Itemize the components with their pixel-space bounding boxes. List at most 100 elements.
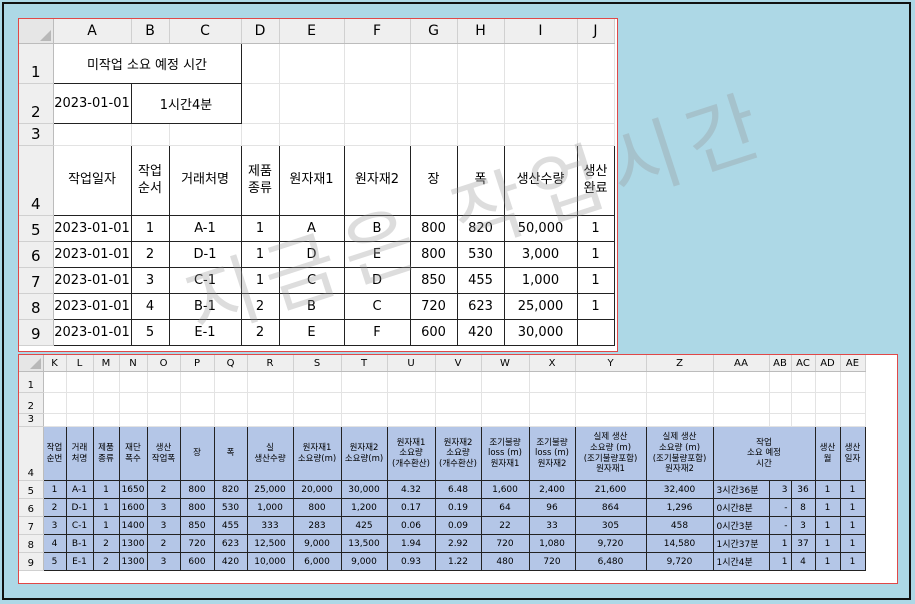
- row-header[interactable]: 2: [19, 83, 54, 124]
- data-cell[interactable]: 333: [246, 516, 294, 535]
- column-header[interactable]: F: [344, 19, 411, 44]
- data-cell[interactable]: 1: [768, 552, 792, 571]
- header-cell[interactable]: 실제 생산 소요량 (m) (조기불량포함) 원자재1: [574, 426, 647, 481]
- data-cell[interactable]: B: [278, 293, 345, 320]
- header-cell[interactable]: 작업 소요 예정 시간: [712, 426, 816, 481]
- data-cell[interactable]: 12,500: [246, 534, 294, 553]
- data-cell[interactable]: 480: [480, 552, 530, 571]
- data-cell[interactable]: 1,080: [528, 534, 576, 553]
- cell[interactable]: [577, 43, 615, 84]
- data-cell[interactable]: 530: [456, 241, 505, 268]
- row-header[interactable]: 6: [19, 241, 54, 268]
- cell[interactable]: [646, 413, 714, 427]
- cell[interactable]: [93, 392, 120, 414]
- data-cell[interactable]: 1시간37분: [712, 534, 770, 553]
- cell[interactable]: [66, 371, 94, 393]
- data-cell[interactable]: 0.17: [386, 498, 436, 517]
- cell[interactable]: [169, 123, 242, 146]
- data-cell[interactable]: 600: [409, 319, 458, 346]
- cell[interactable]: [241, 83, 280, 124]
- data-cell[interactable]: 6,480: [574, 552, 647, 571]
- row-header[interactable]: 7: [19, 516, 44, 535]
- data-cell[interactable]: 2: [146, 480, 181, 499]
- data-cell[interactable]: 0.93: [386, 552, 436, 571]
- cell[interactable]: [147, 392, 181, 414]
- cell[interactable]: [180, 392, 215, 414]
- column-header[interactable]: T: [341, 355, 388, 372]
- data-cell[interactable]: 1: [839, 552, 866, 571]
- data-cell[interactable]: 3: [790, 516, 816, 535]
- data-cell[interactable]: 1시간4분: [712, 552, 770, 571]
- cell[interactable]: [93, 413, 120, 427]
- cell[interactable]: [214, 413, 248, 427]
- data-cell[interactable]: 623: [456, 293, 505, 320]
- data-cell[interactable]: 3: [130, 267, 170, 294]
- header-cell[interactable]: 원자재2 소요량 (개수환산): [434, 426, 482, 481]
- data-cell[interactable]: 1: [576, 215, 615, 242]
- data-cell[interactable]: 1: [839, 498, 866, 517]
- header-cell[interactable]: 장: [179, 426, 215, 481]
- data-cell[interactable]: 2: [146, 534, 181, 553]
- data-cell[interactable]: 4: [790, 552, 816, 571]
- data-cell[interactable]: 1400: [118, 516, 148, 535]
- data-cell[interactable]: 720: [528, 552, 576, 571]
- data-cell[interactable]: 1.94: [386, 534, 436, 553]
- data-cell[interactable]: 9,000: [292, 534, 342, 553]
- data-cell[interactable]: 1300: [118, 552, 148, 571]
- data-cell[interactable]: 0.06: [386, 516, 436, 535]
- column-header[interactable]: R: [247, 355, 294, 372]
- data-cell[interactable]: 820: [456, 215, 505, 242]
- cell[interactable]: [410, 123, 458, 146]
- data-cell[interactable]: E: [343, 241, 411, 268]
- cell[interactable]: [93, 371, 120, 393]
- cell[interactable]: [457, 83, 505, 124]
- column-header[interactable]: Q: [214, 355, 248, 372]
- cell[interactable]: [341, 371, 388, 393]
- cell[interactable]: [344, 43, 411, 84]
- data-cell[interactable]: 13,500: [340, 534, 388, 553]
- cell[interactable]: [344, 123, 411, 146]
- data-cell[interactable]: D-1: [65, 498, 94, 517]
- data-cell[interactable]: 8: [790, 498, 816, 517]
- data-cell[interactable]: 3: [146, 552, 181, 571]
- data-cell[interactable]: 1: [240, 267, 280, 294]
- data-cell[interactable]: 720: [480, 534, 530, 553]
- data-cell[interactable]: 37: [790, 534, 816, 553]
- cell[interactable]: [66, 413, 94, 427]
- header-cell[interactable]: 생산 일자: [839, 426, 866, 481]
- data-cell[interactable]: 455: [456, 267, 505, 294]
- data-cell[interactable]: -: [768, 498, 792, 517]
- data-cell[interactable]: C-1: [168, 267, 242, 294]
- cell[interactable]: [815, 371, 841, 393]
- data-cell[interactable]: E-1: [65, 552, 94, 571]
- data-cell[interactable]: 30,000: [503, 319, 578, 346]
- data-cell[interactable]: E: [278, 319, 345, 346]
- data-cell[interactable]: 2,400: [528, 480, 576, 499]
- data-cell[interactable]: 2023-01-01: [52, 293, 132, 320]
- header-cell[interactable]: 거래처명: [65, 426, 94, 481]
- cell[interactable]: [214, 371, 248, 393]
- row-header[interactable]: 2: [19, 392, 44, 414]
- cell[interactable]: [147, 413, 181, 427]
- data-cell[interactable]: 1: [814, 498, 841, 517]
- data-cell[interactable]: 1,000: [246, 498, 294, 517]
- data-cell[interactable]: D: [278, 241, 345, 268]
- data-cell[interactable]: 1: [92, 480, 120, 499]
- data-cell[interactable]: 33: [528, 516, 576, 535]
- data-cell[interactable]: 2: [92, 552, 120, 571]
- header-cell[interactable]: 거래처명: [168, 145, 242, 216]
- cell[interactable]: [435, 371, 482, 393]
- cell[interactable]: [577, 123, 615, 146]
- column-header[interactable]: G: [410, 19, 458, 44]
- data-cell[interactable]: 1,600: [480, 480, 530, 499]
- data-cell[interactable]: 6.48: [434, 480, 482, 499]
- data-cell[interactable]: 6,000: [292, 552, 342, 571]
- data-cell[interactable]: 800: [292, 498, 342, 517]
- data-cell[interactable]: 3시간36분: [712, 480, 770, 499]
- cell[interactable]: [481, 392, 530, 414]
- cell[interactable]: [341, 392, 388, 414]
- data-cell[interactable]: 800: [409, 215, 458, 242]
- data-cell[interactable]: E-1: [168, 319, 242, 346]
- data-cell[interactable]: 425: [340, 516, 388, 535]
- header-cell[interactable]: 조기불량 loss (m) 원자재2: [528, 426, 576, 481]
